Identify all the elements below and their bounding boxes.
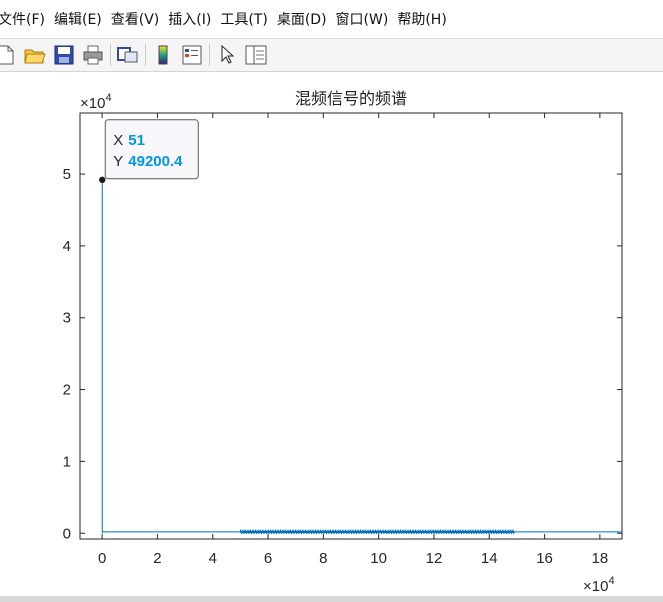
menu-tools[interactable]: 工具(T) [220,9,276,29]
menu-view[interactable]: 查看(V) [111,9,169,29]
menu-bar: 文件(F) 编辑(E) 查看(V) 插入(I) 工具(T) 桌面(D) 窗口(W… [0,0,663,39]
x-tick-label: 2 [153,550,161,567]
save-icon[interactable] [52,43,76,67]
menu-edit[interactable]: 编辑(E) [54,9,111,29]
x-tick-label: 18 [592,550,609,567]
insert-colorbar-icon[interactable] [151,43,175,67]
menu-insert[interactable]: 插入(I) [168,9,220,29]
spectrum-chart: 混频信号的频谱 ×104 ×104 0 2 4 6 8 10 12 14 16 18 012345… [63,89,623,595]
x-tick-label: 0 [98,550,106,567]
datatip-box [104,119,199,180]
datatip-marker[interactable] [99,176,106,184]
menu-file[interactable]: 文件(F) [0,9,54,29]
open-file-icon[interactable] [23,43,47,67]
figure-toolbar [0,39,663,72]
insert-legend-icon[interactable] [180,43,204,67]
y-tick-label: 5 [63,166,71,183]
x-tick-label: 4 [209,550,217,567]
x-tick-label: 16 [536,550,553,567]
toolbar-separator [209,44,210,66]
edit-plot-arrow-icon[interactable] [215,43,239,67]
menu-desktop[interactable]: 桌面(D) [277,9,336,29]
menu-window[interactable]: 窗口(W) [336,9,398,29]
x-tick-label: 8 [319,550,327,567]
property-inspector-icon[interactable] [244,43,268,67]
menu-help[interactable]: 帮助(H) [397,9,455,29]
y-tick-label: 2 [63,382,71,399]
print-icon[interactable] [81,43,105,67]
x-tick-label: 12 [426,550,443,567]
figure-canvas: 混频信号的频谱 ×104 ×104 0 2 4 6 8 10 12 14 16 18 012345… [0,72,663,596]
y-tick-label: 3 [63,310,71,327]
y-exponent-label: ×104 [80,92,112,112]
datatip[interactable]: X 51 Y 49200.4 [104,119,199,180]
x-exponent-label: ×104 [583,575,615,595]
y-tick-label: 0 [63,525,71,542]
datatip-x-row: X 51 [113,132,145,149]
x-tick-label: 10 [370,550,387,567]
x-tick-label: 6 [264,550,272,567]
x-tick-label: 14 [481,550,498,567]
link-plot-icon[interactable] [116,43,140,67]
toolbar-separator [145,44,146,66]
chart-title: 混频信号的频谱 [295,89,407,108]
y-tick-label: 4 [63,238,71,255]
window-bottom-edge [0,596,663,602]
toolbar-separator [110,44,111,66]
y-tick-label: 1 [63,453,71,470]
new-figure-icon[interactable] [0,43,18,67]
